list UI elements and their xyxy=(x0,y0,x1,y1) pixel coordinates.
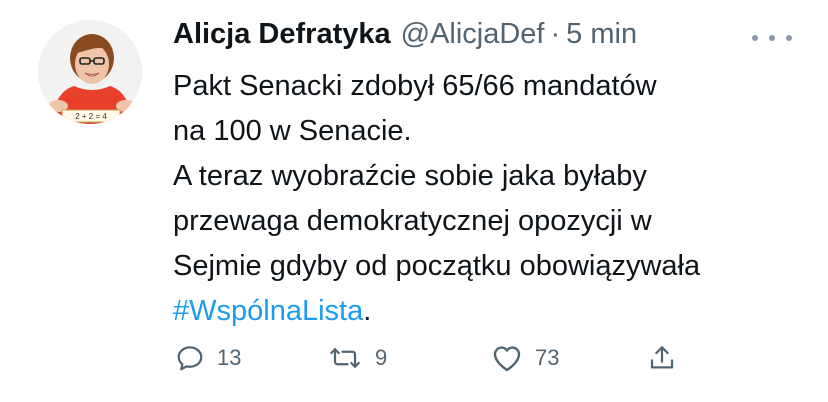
author-handle[interactable]: @AlicjaDef xyxy=(401,18,545,51)
reply-count: 13 xyxy=(217,345,242,370)
avatar[interactable]: 2 + 2 = 4 xyxy=(38,20,142,124)
hashtag-link[interactable]: #WspólnaLista xyxy=(173,295,363,327)
action-bar: 13 9 73 xyxy=(173,338,693,378)
reply-button[interactable]: 13 xyxy=(175,338,241,378)
separator-dot: · xyxy=(550,18,561,50)
heart-icon xyxy=(493,346,521,372)
tweet-line: na 100 w Senacie. xyxy=(173,115,412,147)
like-button[interactable]: 73 xyxy=(491,338,559,378)
more-icon[interactable] xyxy=(752,26,792,50)
tweet-line: Sejmie gdyby od początku obowiązywała xyxy=(173,250,701,282)
avatar-image: 2 + 2 = 4 xyxy=(38,20,142,124)
like-count: 73 xyxy=(535,345,560,370)
share-button[interactable] xyxy=(647,338,677,378)
tweet-line: Pakt Senacki zdobył 65/66 mandatów xyxy=(173,70,657,102)
tweet-line: #WspólnaLista. xyxy=(173,289,803,334)
tweet-line: przewaga demokratycznej opozycji w xyxy=(173,205,652,237)
tweet[interactable]: 2 + 2 = 4 Alicja Defratyka @AlicjaDef · … xyxy=(0,0,828,402)
author-name[interactable]: Alicja Defratyka xyxy=(173,18,391,51)
reply-icon xyxy=(177,346,203,371)
tweet-text: Pakt Senacki zdobył 65/66 mandatów na 10… xyxy=(173,64,803,334)
retweet-count: 9 xyxy=(375,345,388,370)
share-icon xyxy=(650,346,674,369)
avatar-sign-text: 2 + 2 = 4 xyxy=(75,112,107,121)
retweet-button[interactable]: 9 xyxy=(327,338,387,378)
retweet-icon xyxy=(330,348,360,368)
timestamp[interactable]: 5 min xyxy=(566,18,637,51)
tweet-line: A teraz wyobraźcie sobie jaka byłaby xyxy=(173,160,647,192)
tweet-period: . xyxy=(363,295,372,327)
tweet-header: Alicja Defratyka @AlicjaDef · 5 min xyxy=(173,18,793,58)
